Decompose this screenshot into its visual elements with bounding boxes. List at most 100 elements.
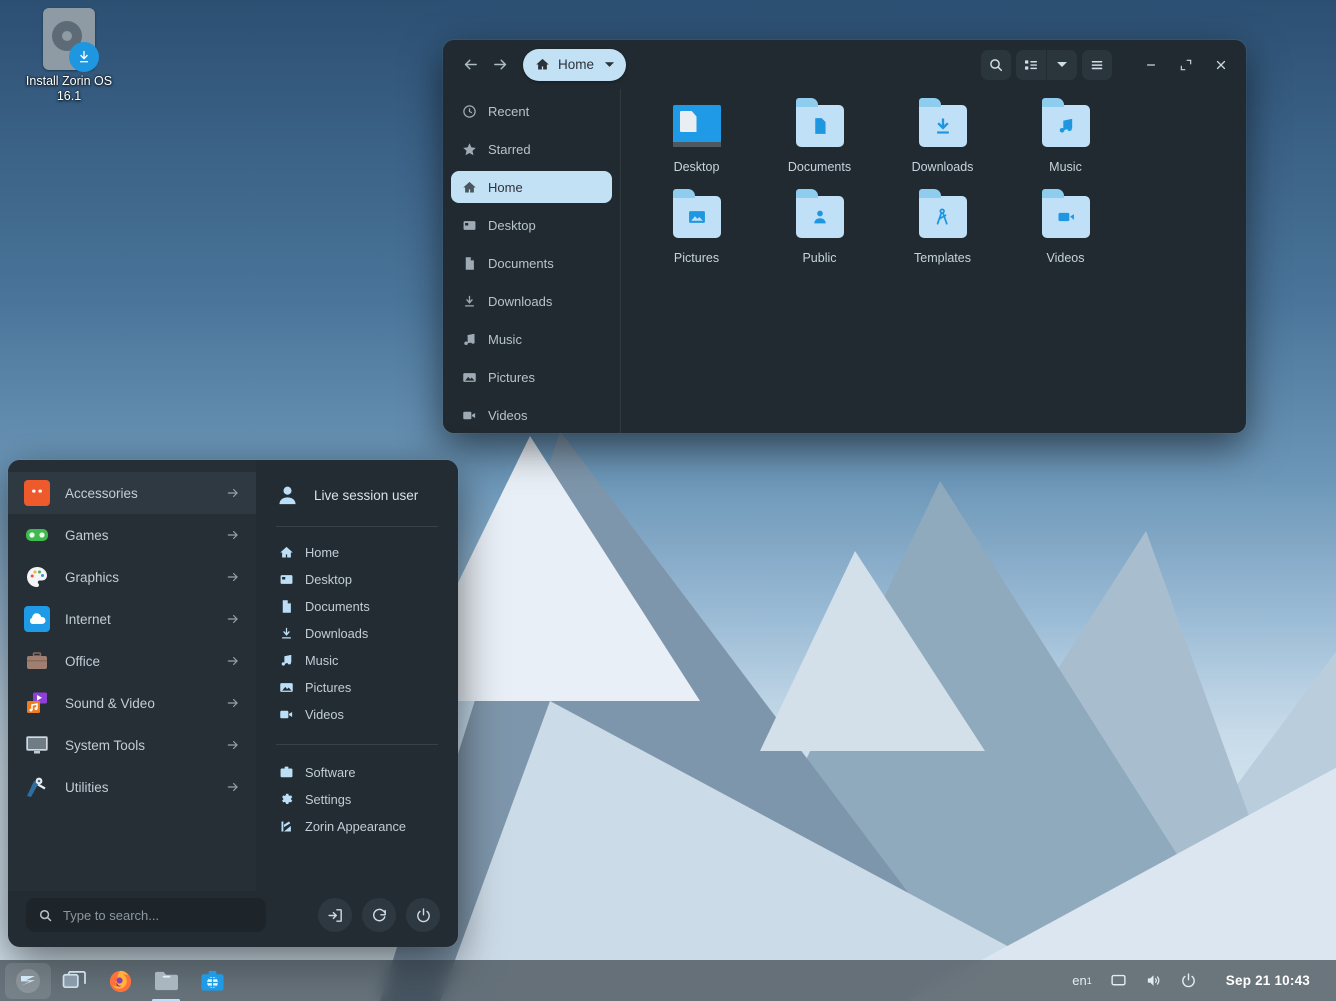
sidebar-item-music[interactable]: Music [451,323,612,355]
place-label: Desktop [305,572,352,587]
menu-item-software[interactable]: Software [274,759,440,786]
hamburger-menu-icon[interactable] [1082,50,1112,80]
path-breadcrumb-home[interactable]: Home [523,49,626,81]
sidebar-item-starred[interactable]: Starred [451,133,612,165]
list-view-icon[interactable] [1016,50,1046,80]
menu-item-settings[interactable]: Settings [274,786,440,813]
user-account-item[interactable]: Live session user [274,476,440,514]
software-button[interactable] [189,963,235,999]
star-icon [461,141,477,157]
place-home[interactable]: Home [274,539,440,566]
video-icon [461,407,477,423]
file-item-label: Documents [758,160,881,174]
display-icon[interactable] [1101,964,1136,998]
category-system-tools[interactable]: System Tools [8,724,256,766]
search-input[interactable]: Type to search... [26,898,266,932]
home-icon [535,57,550,72]
desktop-icon-install-zorin[interactable]: Install Zorin OS 16.1 [14,8,124,104]
restart-button[interactable] [362,898,396,932]
place-documents[interactable]: Documents [274,593,440,620]
file-item-documents[interactable]: Documents [758,99,881,182]
sidebar-item-documents[interactable]: Documents [451,247,612,279]
clock[interactable]: Sep 21 10:43 [1206,973,1326,988]
place-videos[interactable]: Videos [274,701,440,728]
sidebar-item-home[interactable]: Home [451,171,612,203]
sidebar-item-label: Downloads [488,294,552,309]
category-graphics[interactable]: Graphics [8,556,256,598]
file-manager-body: Recent Starred Home [443,89,1246,433]
app-menu-places: Live session user Home Desktop [256,460,458,891]
place-desktop[interactable]: Desktop [274,566,440,593]
place-label: Music [305,653,338,668]
view-options-chevron-down-icon[interactable] [1047,50,1077,80]
sidebar-item-pictures[interactable]: Pictures [451,361,612,393]
category-games[interactable]: Games [8,514,256,556]
window-list-button[interactable] [51,963,97,999]
taskbar[interactable]: en1 Sep 21 10:43 [0,960,1336,1001]
minimize-icon[interactable] [1136,50,1166,80]
keyboard-layout-indicator[interactable]: en1 [1063,964,1100,998]
arrow-left-icon[interactable] [455,50,485,80]
keyboard-layout-index: 1 [1087,976,1092,986]
sidebar-item-downloads[interactable]: Downloads [451,285,612,317]
file-item-templates[interactable]: Templates [881,190,1004,273]
file-item-videos[interactable]: Videos [1004,190,1127,273]
file-item-music[interactable]: Music [1004,99,1127,182]
sidebar-item-desktop[interactable]: Desktop [451,209,612,241]
sidebar-item-label: Documents [488,256,554,271]
downloads-folder-icon [915,103,971,151]
sidebar-item-label: Music [488,332,522,347]
category-office[interactable]: Office [8,640,256,682]
file-item-label: Public [758,251,881,265]
arrow-right-icon[interactable] [485,50,515,80]
file-item-desktop[interactable]: Desktop [635,99,758,182]
place-music[interactable]: Music [274,647,440,674]
application-menu[interactable]: Accessories Games [8,460,458,947]
category-accessories[interactable]: Accessories [8,472,256,514]
place-downloads[interactable]: Downloads [274,620,440,647]
file-manager-window[interactable]: Home [443,40,1246,433]
category-internet[interactable]: Internet [8,598,256,640]
power-icon[interactable] [1171,964,1206,998]
sidebar-item-recent[interactable]: Recent [451,95,612,127]
sidebar-item-label: Home [488,180,523,195]
file-item-label: Downloads [881,160,1004,174]
category-sound-video[interactable]: Sound & Video [8,682,256,724]
file-item-label: Music [1004,160,1127,174]
start-menu-button[interactable] [5,963,51,999]
files-button[interactable] [143,963,189,999]
arrow-right-icon [226,528,240,542]
file-grid[interactable]: Desktop Documents Downloads [621,89,1246,433]
menu-item-zorin-appearance[interactable]: Zorin Appearance [274,813,440,840]
category-label: Sound & Video [65,696,155,711]
category-utilities[interactable]: Utilities [8,766,256,808]
category-label: Games [65,528,109,543]
close-icon[interactable] [1206,50,1236,80]
arrow-right-icon [226,780,240,794]
chevron-down-icon[interactable] [604,61,615,69]
volume-icon[interactable] [1136,964,1171,998]
sidebar-item-label: Recent [488,104,529,119]
file-item-downloads[interactable]: Downloads [881,99,1004,182]
sidebar-item-videos[interactable]: Videos [451,399,612,431]
maximize-icon[interactable] [1171,50,1201,80]
home-icon [278,545,294,561]
disk-install-icon [41,8,97,70]
place-pictures[interactable]: Pictures [274,674,440,701]
media-icon [24,690,50,716]
power-button[interactable] [406,898,440,932]
file-item-label: Templates [881,251,1004,265]
category-label: Office [65,654,100,669]
file-item-public[interactable]: Public [758,190,881,273]
desktop-icon-label: Install Zorin OS 16.1 [14,74,124,104]
firefox-button[interactable] [97,963,143,999]
place-label: Videos [305,707,344,722]
menu-divider-1 [276,526,438,527]
desktop[interactable]: Install Zorin OS 16.1 Home [0,0,1336,1001]
search-icon[interactable] [981,50,1011,80]
user-avatar-icon [274,482,300,508]
logout-button[interactable] [318,898,352,932]
utilities-icon [24,774,50,800]
app-menu-top: Accessories Games [8,460,458,891]
file-item-pictures[interactable]: Pictures [635,190,758,273]
